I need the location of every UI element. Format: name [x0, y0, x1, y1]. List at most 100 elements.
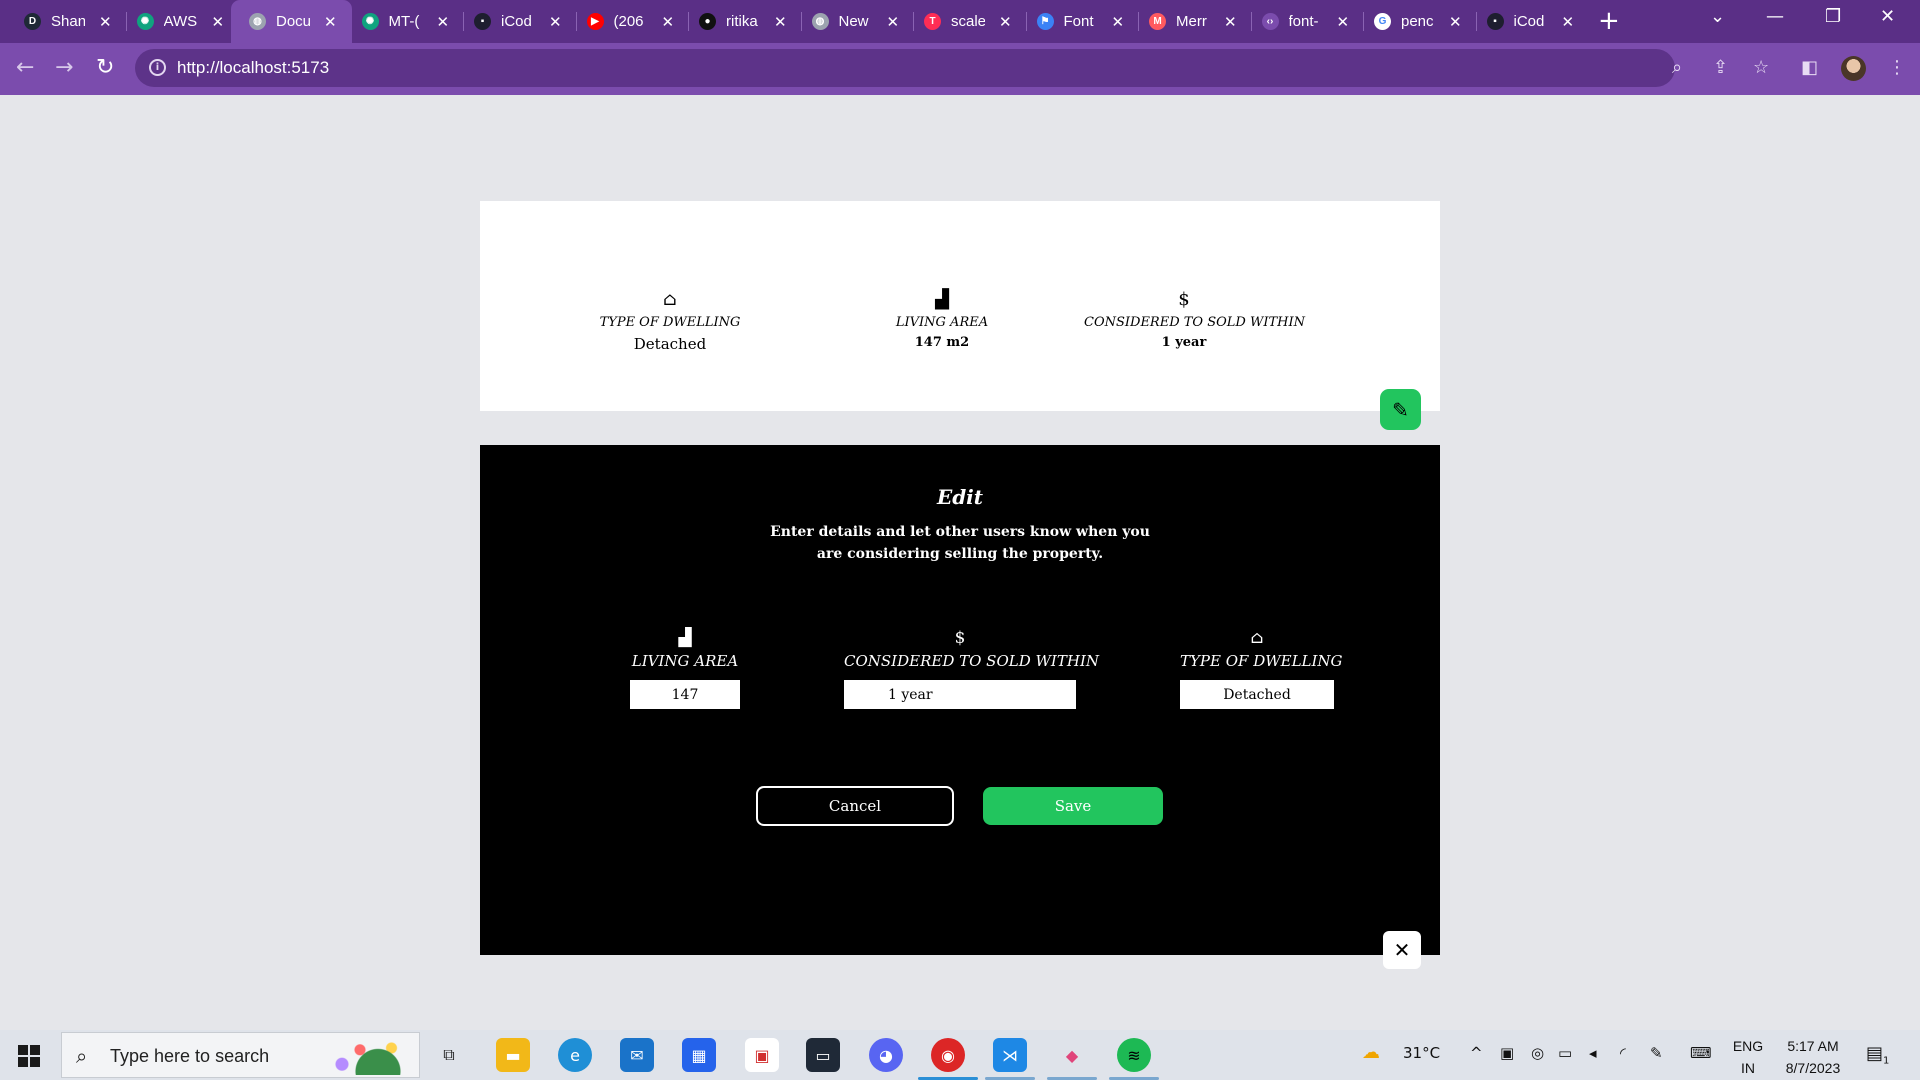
discord-icon[interactable]: ◕ — [869, 1038, 903, 1072]
side-panel-icon[interactable]: ◧ — [1801, 57, 1818, 78]
dwelling-input[interactable] — [1180, 680, 1334, 709]
windows-start-icon[interactable] — [18, 1045, 40, 1067]
tab-title: MT-( — [388, 13, 420, 30]
close-window-icon[interactable]: ✕ — [1880, 6, 1895, 27]
taskbar-search[interactable]: ⌕ Type here to search — [61, 1032, 420, 1078]
browser-tab[interactable]: ‹› font- ✕ — [1254, 0, 1363, 43]
task-view-icon[interactable]: ⧉ — [432, 1038, 466, 1072]
edit-description: Enter details and let other users know w… — [770, 524, 1150, 562]
camera-icon[interactable]: ◎ — [1531, 1044, 1544, 1062]
tab-close-icon[interactable]: ✕ — [887, 13, 900, 31]
restore-icon[interactable]: ❐ — [1825, 6, 1841, 27]
show-hidden-icons[interactable]: ^ — [1470, 1044, 1483, 1062]
scaler-icon: T — [924, 13, 941, 30]
close-panel-button[interactable]: ✕ — [1383, 931, 1421, 969]
battery-icon[interactable]: ▭ — [1558, 1044, 1572, 1062]
file-explorer-icon[interactable]: ▬ — [496, 1038, 530, 1072]
figma-like-icon[interactable]: ◆ — [1055, 1038, 1089, 1072]
edit-panel: Edit Enter details and let other users k… — [480, 445, 1440, 955]
site-info-icon[interactable]: i — [149, 59, 166, 76]
reload-icon[interactable]: ↻ — [96, 55, 114, 80]
new-tab-button[interactable]: + — [1598, 6, 1620, 36]
browser-tab[interactable]: Gpenc ✕ — [1366, 0, 1475, 43]
tab-title: Merr — [1176, 13, 1207, 30]
tab-close-icon[interactable]: ✕ — [774, 13, 787, 31]
tab-close-icon[interactable]: ✕ — [1224, 13, 1237, 31]
pen-icon[interactable]: ✎ — [1650, 1044, 1663, 1062]
url-text[interactable]: http://localhost:5173 — [177, 58, 329, 78]
chrome-icon[interactable]: ◉ — [931, 1038, 965, 1072]
tab-search-icon[interactable]: ⌄ — [1710, 6, 1725, 27]
tab-separator — [125, 12, 127, 31]
sold-within-field-label: CONSIDERED TO SOLD WITHIN — [844, 652, 1099, 670]
keyboard-icon[interactable]: ⌨ — [1690, 1044, 1712, 1062]
globe-icon: ◍ — [249, 13, 266, 30]
tab-close-icon[interactable]: ✕ — [1337, 13, 1350, 31]
zoom-icon[interactable]: ⌕ — [1672, 57, 1682, 78]
browser-tab[interactable]: D Shan ✕ — [16, 0, 125, 43]
tab-close-icon[interactable]: ✕ — [1449, 13, 1462, 31]
browser-tab[interactable]: ⚑ Font ✕ — [1029, 0, 1138, 43]
sold-within-input[interactable] — [844, 680, 1076, 709]
browser-tab[interactable]: ▶ (206 ✕ — [579, 0, 688, 43]
system-clock[interactable]: 5:17 AM 8/7/2023 — [1778, 1035, 1848, 1079]
living-area-value: 147 m2 — [914, 335, 970, 350]
tab-close-icon[interactable]: ✕ — [99, 13, 112, 31]
browser-tab[interactable]: ◍ Docu ✕ — [231, 0, 352, 43]
browser-tab[interactable]: ▪ iCod ✕ — [466, 0, 575, 43]
browser-tab[interactable]: ▪ iCod ✕ — [1479, 0, 1588, 43]
tab-close-icon[interactable]: ✕ — [212, 13, 225, 31]
minimize-icon[interactable]: — — [1766, 6, 1784, 27]
tab-close-icon[interactable]: ✕ — [549, 13, 562, 31]
vscode-icon[interactable]: ⋊ — [993, 1038, 1027, 1072]
tab-separator — [1138, 12, 1139, 31]
bookmark-star-icon[interactable]: ☆ — [1753, 57, 1769, 78]
cancel-button[interactable]: Cancel — [756, 786, 954, 826]
tab-separator — [1363, 12, 1364, 31]
dwelling-field: ⌂ TYPE OF DWELLING — [1180, 627, 1343, 709]
notification-center-icon[interactable]: ▤1 — [1866, 1043, 1889, 1067]
language-indicator[interactable]: ENG IN — [1729, 1035, 1767, 1079]
browser-tab[interactable]: M Merr ✕ — [1141, 0, 1250, 43]
browser-tab[interactable]: ✺ MT-(✕ — [354, 0, 463, 43]
address-bar[interactable]: i http://localhost:5173 — [135, 49, 1675, 87]
living-area-info: ▟ LIVING AREA 147 m2 — [866, 289, 1018, 350]
chatgpt-icon: ✺ — [136, 13, 154, 30]
browser-tab[interactable]: ● ritika ✕ — [691, 0, 800, 43]
tab-close-icon[interactable]: ✕ — [437, 13, 450, 31]
tab-close-icon[interactable]: ✕ — [999, 13, 1012, 31]
area-chart-icon: ▟ — [935, 289, 949, 310]
weather-temp[interactable]: 31°C — [1403, 1044, 1440, 1062]
tab-title: Docu — [276, 13, 310, 30]
forward-icon[interactable]: → — [55, 55, 73, 80]
tab-close-icon[interactable]: ✕ — [662, 13, 675, 31]
meet-now-icon[interactable]: ▣ — [1500, 1044, 1514, 1062]
profile-avatar[interactable] — [1841, 56, 1866, 81]
region-code: IN — [1741, 1060, 1755, 1076]
tab-title: ritika — [726, 13, 758, 30]
menu-kebab-icon[interactable]: ⋮ — [1888, 57, 1906, 78]
wifi-icon[interactable]: ◜ — [1620, 1044, 1626, 1062]
weather-icon[interactable]: ☁ — [1362, 1042, 1380, 1063]
browser-toolbar: ← → ↻ i http://localhost:5173 ⌕ ⇪ ☆ ◧ ⋮ — [0, 43, 1920, 95]
tab-close-icon[interactable]: ✕ — [324, 13, 337, 31]
terminal-icon[interactable]: ▭ — [806, 1038, 840, 1072]
clock-time: 5:17 AM — [1787, 1038, 1839, 1054]
globe-icon: ◍ — [811, 13, 829, 30]
tab-close-icon[interactable]: ✕ — [1562, 13, 1575, 31]
tab-close-icon[interactable]: ✕ — [1112, 13, 1125, 31]
spotify-icon[interactable]: ≋ — [1117, 1038, 1151, 1072]
back-icon[interactable]: ← — [16, 55, 34, 80]
volume-icon[interactable]: ◂ — [1589, 1044, 1597, 1062]
browser-tab[interactable]: Tscale ✕ — [916, 0, 1025, 43]
store-icon[interactable]: ▦ — [682, 1038, 716, 1072]
save-button[interactable]: Save — [983, 787, 1163, 825]
gift-app-icon[interactable]: ▣ — [745, 1038, 779, 1072]
mail-icon[interactable]: ✉ — [620, 1038, 654, 1072]
share-icon[interactable]: ⇪ — [1713, 57, 1728, 78]
living-area-input[interactable] — [630, 680, 740, 709]
browser-tab[interactable]: ◍ New ✕ — [804, 0, 913, 43]
edge-icon[interactable]: e — [558, 1038, 592, 1072]
browser-tab[interactable]: ✺ AWS ✕ — [129, 0, 238, 43]
edit-button[interactable]: ✎ — [1380, 389, 1421, 430]
